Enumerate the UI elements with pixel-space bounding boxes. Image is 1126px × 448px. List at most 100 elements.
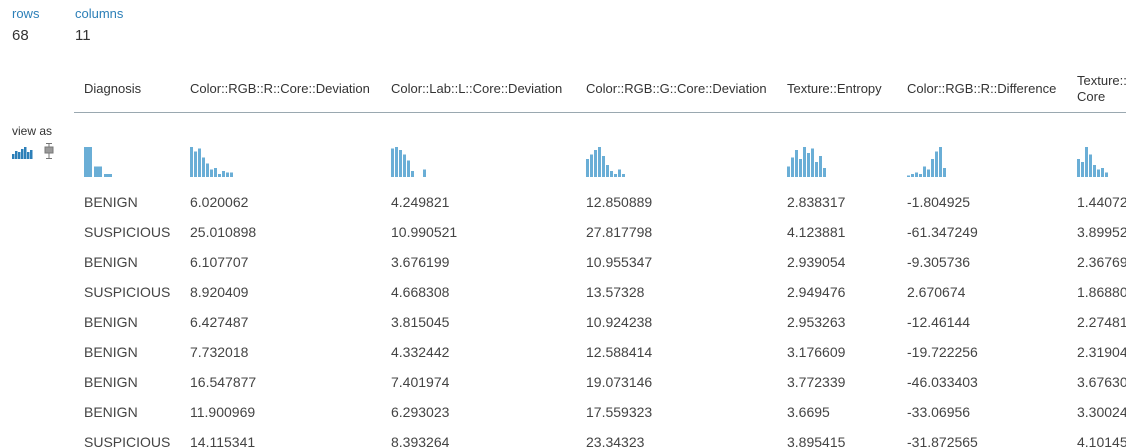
rows-stat: rows 68	[12, 6, 39, 46]
histogram-chart	[1077, 147, 1108, 177]
rows-value: 68	[12, 27, 29, 44]
table-cell: 2.953263	[787, 314, 846, 330]
table-cell: 3.676199	[391, 254, 450, 270]
histogram-bar	[1089, 154, 1092, 177]
table-row[interactable]: SUSPICIOUS 25.010898 10.990521 27.817798 4.1…	[74, 217, 1126, 247]
table-row[interactable]: BENIGN 6.107707 3.676199 10.955347 2.939054 -…	[74, 247, 1126, 277]
table-cell: SUSPICIOUS	[84, 224, 171, 240]
histogram-bar	[614, 174, 617, 177]
columns-label: columns	[75, 6, 124, 21]
table-cell: 3.300241	[1077, 404, 1126, 420]
table-cell: 2.838317	[787, 194, 846, 210]
histogram-bar	[907, 175, 910, 177]
column-header-rgb-g-core-deviation[interactable]: Color::RGB::G::Core::Deviation	[576, 66, 777, 113]
histogram-bar	[1085, 147, 1088, 177]
table-cell: 1.868801	[1077, 284, 1126, 300]
column-histogram[interactable]	[576, 113, 777, 188]
histogram-bar	[927, 169, 930, 177]
table-cell: BENIGN	[84, 344, 138, 360]
histogram-bar	[590, 154, 593, 177]
histogram-bar	[210, 169, 213, 177]
table-cell: BENIGN	[84, 314, 138, 330]
table-cell: 3.176609	[787, 344, 846, 360]
histogram-bar	[819, 156, 822, 177]
histogram-bar	[943, 168, 946, 177]
boxplot-icon[interactable]	[44, 143, 54, 164]
table-cell: 13.57328	[586, 284, 645, 300]
histogram-bar	[214, 168, 217, 177]
table-cell: 8.920409	[190, 284, 249, 300]
table-row[interactable]: BENIGN 6.020062 4.249821 12.850889 2.838317 -…	[74, 187, 1126, 217]
table-row[interactable]: BENIGN 16.547877 7.401974 19.073146 3.772339…	[74, 367, 1126, 397]
histogram-bar	[602, 156, 605, 177]
view-as-toggle	[12, 143, 54, 164]
table-cell: 4.668308	[391, 284, 450, 300]
histogram-bar	[618, 169, 621, 177]
column-header-texture-entropy[interactable]: Texture::Entropy	[777, 66, 897, 113]
table-cell: 3.676305	[1077, 374, 1126, 390]
histogram-chart	[391, 147, 426, 177]
histogram-bar	[795, 150, 798, 177]
table-cell: -9.305736	[907, 254, 971, 270]
table-cell: 6.020062	[190, 194, 249, 210]
table-row[interactable]: BENIGN 7.732018 4.332442 12.588414 3.176609 -…	[74, 337, 1126, 367]
table-cell: 10.990521	[391, 224, 458, 240]
table-cell: 16.547877	[190, 374, 257, 390]
table-cell: 17.559323	[586, 404, 653, 420]
table-cell: 19.073146	[586, 374, 653, 390]
histogram-bar	[939, 147, 942, 177]
column-histogram[interactable]	[381, 113, 576, 188]
histogram-bar	[815, 162, 818, 177]
table-cell: 6.107707	[190, 254, 249, 270]
histogram-bar	[931, 159, 934, 177]
column-header-rgb-r-core-deviation[interactable]: Color::RGB::R::Core::Deviation	[180, 66, 381, 113]
histogram-bar	[411, 171, 414, 177]
histogram-bar	[194, 151, 197, 177]
rows-label: rows	[12, 6, 40, 21]
table-row[interactable]: BENIGN 6.427487 3.815045 10.924238 2.953263 -…	[74, 307, 1126, 337]
table-cell: 2.319042	[1077, 344, 1126, 360]
table-cell: 12.850889	[586, 194, 653, 210]
table-cell: 11.900969	[190, 404, 256, 420]
column-header-lab-l-core-deviation[interactable]: Color::Lab::L::Core::Deviation	[381, 66, 576, 113]
table-cell: 14.115341	[190, 434, 256, 448]
histogram-bar	[399, 150, 402, 177]
column-header-rgb-r-difference[interactable]: Color::RGB::R::Difference	[897, 66, 1067, 113]
table-row[interactable]: BENIGN 11.900969 6.293023 17.559323 3.6695 -3…	[74, 397, 1126, 427]
column-header-texture-entropy-core[interactable]: Texture::Entropy::Core	[1067, 66, 1126, 113]
histogram-bar	[1097, 169, 1100, 177]
table-cell: -1.804925	[907, 194, 971, 210]
histogram-bar	[206, 163, 209, 177]
histogram-icon[interactable]	[12, 146, 34, 164]
column-header-diagnosis[interactable]: Diagnosis	[74, 66, 180, 113]
column-histogram[interactable]	[180, 113, 381, 188]
table-row[interactable]: SUSPICIOUS 14.115341 8.393264 23.34323 3.895…	[74, 427, 1126, 448]
column-histogram[interactable]	[897, 113, 1067, 188]
histogram-bar	[222, 171, 225, 177]
histogram-bar	[202, 157, 205, 177]
column-histogram[interactable]	[1067, 113, 1126, 188]
histogram-bar	[935, 151, 938, 177]
histogram-bar	[190, 147, 193, 177]
table-cell: SUSPICIOUS	[84, 434, 171, 448]
table-cell: 2.949476	[787, 284, 846, 300]
histogram-bar	[1081, 162, 1084, 177]
table-cell: 7.401974	[391, 374, 450, 390]
table-cell: 2.670674	[907, 284, 966, 300]
histogram-bar	[226, 172, 229, 177]
histogram-bar	[606, 165, 609, 177]
histogram-bar	[799, 159, 802, 177]
table-cell: 3.815045	[391, 314, 450, 330]
column-histogram[interactable]	[74, 113, 180, 188]
table-cell: 10.955347	[586, 254, 653, 270]
histogram-bar	[791, 157, 794, 177]
table-row[interactable]: SUSPICIOUS 8.920409 4.668308 13.57328 2.9494…	[74, 277, 1126, 307]
table-cell: 8.393264	[391, 434, 450, 448]
table-cell: 25.010898	[190, 224, 257, 240]
histogram-bar	[403, 154, 406, 177]
table-cell: 2.367693	[1077, 254, 1126, 270]
table-cell: 27.817798	[586, 224, 653, 240]
table-cell: 10.924238	[586, 314, 653, 330]
column-histogram[interactable]	[777, 113, 897, 188]
histogram-bar	[391, 148, 394, 177]
